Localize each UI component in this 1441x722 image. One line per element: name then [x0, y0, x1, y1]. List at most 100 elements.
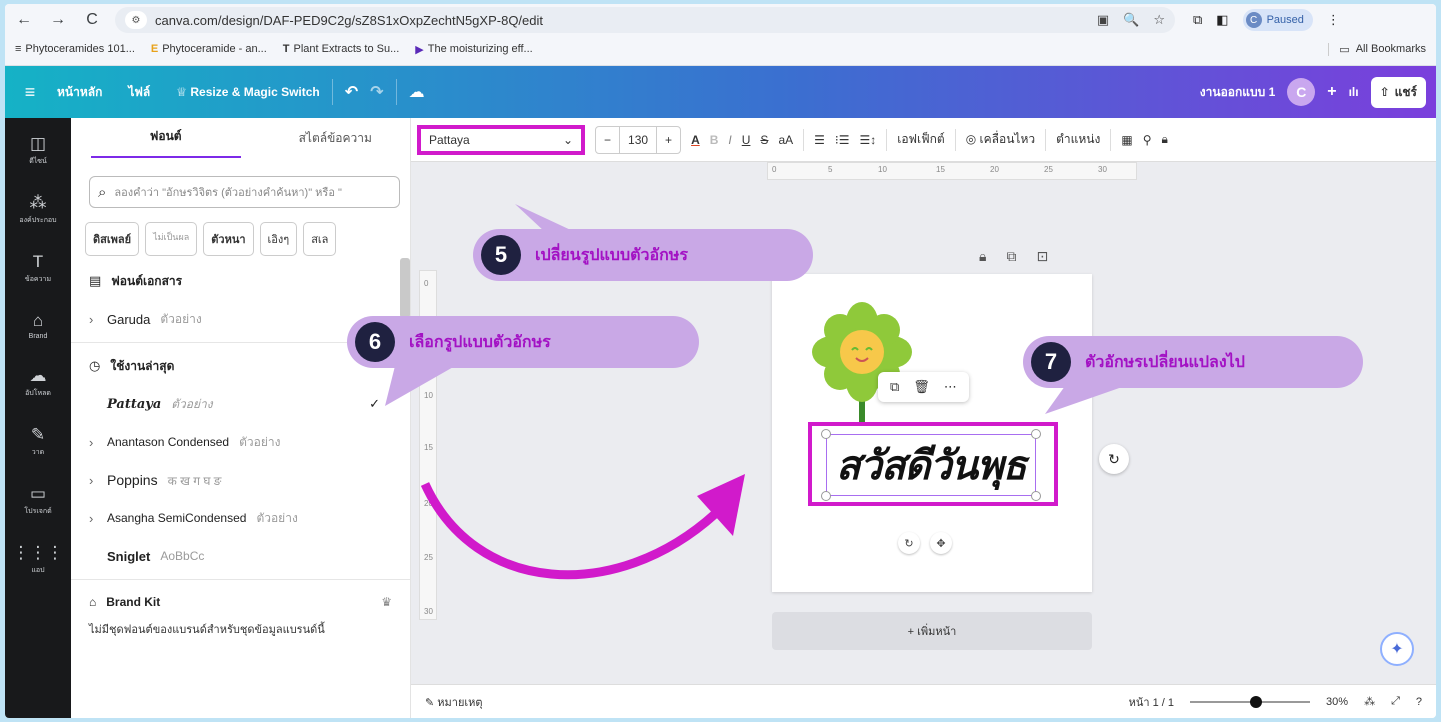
- transparency-icon[interactable]: ▦: [1121, 133, 1132, 147]
- rail-item-upload[interactable]: ☁ อัปโหลด: [25, 366, 51, 399]
- site-info-icon[interactable]: ⚙: [125, 11, 147, 29]
- star-icon[interactable]: ☆: [1153, 12, 1165, 28]
- lock-icon[interactable]: 🔒︎: [979, 248, 986, 265]
- lock-icon[interactable]: 🔒︎: [1161, 132, 1167, 147]
- filter-chip[interactable]: เอิงๆ: [259, 222, 298, 256]
- filter-chip[interactable]: ไม่เป็นผล: [145, 222, 198, 256]
- font-size-stepper[interactable]: − 130 +: [595, 125, 682, 154]
- zoom-icon[interactable]: 🔍: [1123, 12, 1139, 28]
- menu-hamburger-icon[interactable]: ≡: [15, 82, 45, 103]
- reload-icon[interactable]: C: [81, 11, 103, 29]
- text-color-icon[interactable]: A: [691, 133, 700, 147]
- fullscreen-icon[interactable]: ⤢: [1391, 695, 1400, 708]
- all-bookmarks[interactable]: ▭ All Bookmarks: [1328, 42, 1426, 56]
- rail-item-brand[interactable]: ⌂ Brand: [29, 311, 48, 340]
- doc-fonts-header: ▤ ฟอนต์เอกสาร: [89, 273, 183, 288]
- headline-text[interactable]: สวัสดีวันพุธ: [836, 433, 1027, 497]
- resize-button[interactable]: ♕ Resize & Magic Switch: [176, 85, 319, 99]
- font-search-input[interactable]: ⌕ ลองคำว่า "อักษรวิจิตร (ตัวอย่างคำค้นหา…: [89, 176, 400, 208]
- share-button[interactable]: ⇧ แชร์: [1370, 76, 1426, 108]
- move-icon[interactable]: ✥: [930, 532, 952, 554]
- font-item-asangha[interactable]: › Asangha SemiCondensed ตัวอย่าง: [71, 499, 410, 537]
- redo-icon[interactable]: ↷: [370, 82, 383, 102]
- rail-item-projects[interactable]: ▭ โปรเจกต์: [24, 484, 51, 517]
- add-collaborator-icon[interactable]: +: [1327, 83, 1336, 101]
- rail-item-design[interactable]: ◫ ดีไซน์: [29, 134, 47, 167]
- menu-icon[interactable]: ⋮: [1327, 12, 1340, 28]
- sidepanel-icon[interactable]: ◧: [1216, 12, 1228, 28]
- profile-button[interactable]: C Paused: [1242, 9, 1313, 31]
- tab-text-styles[interactable]: สไตล์ข้อความ: [261, 129, 411, 158]
- page-tools: 🔒︎ ⧉ ⊡: [979, 248, 1048, 265]
- help-icon[interactable]: ?: [1416, 696, 1422, 708]
- font-item-pattaya[interactable]: Pattaya ตัวอย่าง ✓: [71, 385, 410, 423]
- bookmark-item[interactable]: ▶ The moisturizing eff...: [415, 43, 532, 56]
- zoom-level[interactable]: 30%: [1326, 696, 1348, 708]
- font-item-anantason[interactable]: › Anantason Condensed ตัวอย่าง: [71, 423, 410, 461]
- rail-item-draw[interactable]: ✎ วาด: [31, 425, 45, 458]
- underline-icon[interactable]: U: [742, 133, 751, 147]
- resize-handle[interactable]: [821, 429, 831, 439]
- spacing-icon[interactable]: ☰↕: [859, 133, 876, 147]
- resize-handle[interactable]: [821, 491, 831, 501]
- undo-icon[interactable]: ↶: [345, 82, 358, 102]
- bold-icon[interactable]: B: [710, 133, 719, 147]
- rail-item-apps[interactable]: ⋮⋮⋮ แอป: [13, 543, 64, 576]
- rail-item-text[interactable]: T ข้อความ: [25, 252, 51, 285]
- cloud-saved-icon[interactable]: ☁: [409, 82, 425, 102]
- increase-size-button[interactable]: +: [657, 133, 680, 147]
- position-button[interactable]: ตำแหน่ง: [1056, 130, 1100, 149]
- forward-icon[interactable]: →: [47, 11, 69, 29]
- animate-button[interactable]: ◎ เคลื่อนไหว: [966, 130, 1035, 149]
- duplicate-page-icon[interactable]: ⧉: [1006, 248, 1016, 265]
- filter-chip[interactable]: สเล: [303, 222, 337, 256]
- font-dropdown[interactable]: Pattaya ⌄: [417, 124, 585, 155]
- font-item-sniglet[interactable]: Sniglet AoBbCc: [71, 537, 410, 575]
- document-title[interactable]: งานออกแบบ 1: [1200, 83, 1275, 102]
- back-icon[interactable]: ←: [13, 11, 35, 29]
- list-icon[interactable]: ⁝☰: [835, 133, 850, 147]
- rail-item-elements[interactable]: ⁂ องค์ประกอบ: [19, 193, 56, 226]
- bookmark-item[interactable]: T Plant Extracts to Su...: [283, 43, 400, 55]
- text-box[interactable]: สวัสดีวันพุธ: [821, 429, 1041, 501]
- rotate-icon[interactable]: ↻: [898, 532, 920, 554]
- italic-icon[interactable]: I: [728, 133, 731, 147]
- grid-view-icon[interactable]: ⁂: [1364, 695, 1375, 708]
- duplicate-icon[interactable]: ⧉: [890, 379, 899, 395]
- file-button[interactable]: ไฟล์: [128, 83, 150, 102]
- strikethrough-icon[interactable]: S: [760, 133, 768, 147]
- format-painter-icon[interactable]: ⚲: [1143, 133, 1152, 147]
- insights-icon[interactable]: ılı: [1349, 85, 1359, 99]
- avatar[interactable]: C: [1287, 78, 1316, 106]
- address-bar[interactable]: ⚙ canva.com/design/DAF-PED9C2g/sZ8S1xOxp…: [115, 7, 1175, 33]
- notes-button[interactable]: ✎ หมายเหตุ: [425, 693, 483, 711]
- add-page-button[interactable]: + เพิ่มหน้า: [772, 612, 1092, 650]
- refresh-icon[interactable]: ↻: [1099, 444, 1129, 474]
- effects-button[interactable]: เอฟเฟ็กต์: [897, 130, 944, 149]
- align-icon[interactable]: ☰: [814, 133, 825, 147]
- chevron-down-icon: ⌄: [562, 132, 573, 147]
- more-icon[interactable]: ⋯: [944, 379, 957, 395]
- extensions-icon[interactable]: ⧉: [1193, 12, 1202, 28]
- decrease-size-button[interactable]: −: [596, 133, 619, 147]
- page-indicator[interactable]: หน้า 1 / 1: [1129, 693, 1174, 711]
- trash-icon[interactable]: 🗑︎: [913, 379, 930, 395]
- zoom-slider[interactable]: [1190, 695, 1311, 708]
- zoom-knob[interactable]: [1250, 695, 1263, 708]
- design-page[interactable]: ⧉ 🗑︎ ⋯ สวัสดีวันพุธ ↻ ✥: [772, 274, 1092, 592]
- translate-icon[interactable]: ▣: [1097, 12, 1109, 28]
- add-page-icon[interactable]: ⊡: [1036, 248, 1048, 265]
- case-icon[interactable]: aA: [778, 133, 793, 147]
- scrollbar[interactable]: [400, 258, 410, 318]
- font-item-poppins[interactable]: › Poppins क ख ग घ ङ: [71, 461, 410, 499]
- brand-kit-header[interactable]: ⌂ Brand Kit ♛: [71, 584, 410, 620]
- filter-chip[interactable]: ตัวหนา: [203, 222, 254, 256]
- bookmark-item[interactable]: ≡ Phytoceramides 101...: [15, 43, 135, 55]
- filter-chip[interactable]: ดิสเพลย์: [85, 222, 140, 256]
- magic-sparkle-icon[interactable]: ✦: [1380, 632, 1414, 666]
- tab-fonts[interactable]: ฟอนต์: [91, 127, 241, 158]
- resize-handle[interactable]: [1031, 429, 1041, 439]
- bookmark-item[interactable]: E Phytoceramide - an...: [151, 43, 267, 55]
- resize-handle[interactable]: [1031, 491, 1041, 501]
- home-button[interactable]: หน้าหลัก: [57, 83, 102, 102]
